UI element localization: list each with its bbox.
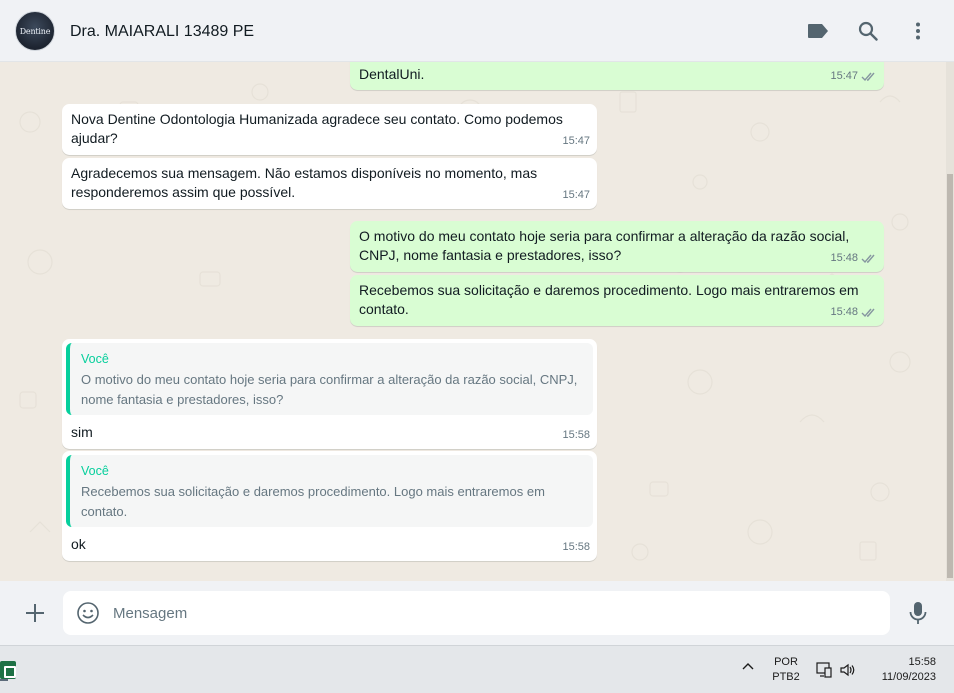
message-bubble-incoming-reply[interactable]: Você Recebemos sua solicitação e daremos… — [62, 451, 597, 561]
message-meta: 15:58 — [562, 426, 590, 445]
message-meta: 15:58 — [562, 538, 590, 557]
message-text: DentalUni. — [359, 66, 425, 82]
quoted-author: Você — [81, 352, 109, 366]
excel-app-icon[interactable] — [0, 661, 16, 679]
language-code: POR — [774, 656, 798, 668]
quoted-message[interactable]: Você Recebemos sua solicitação e daremos… — [66, 455, 593, 527]
message-text: Nova Dentine Odontologia Humanizada agra… — [71, 111, 563, 146]
os-taskbar: POR PTB2 15:58 11/09/2023 — [0, 645, 954, 693]
double-check-icon — [861, 72, 875, 82]
contact-avatar[interactable]: Dentine — [15, 11, 55, 51]
message-text: Agradecemos sua mensagem. Não estamos di… — [71, 165, 538, 200]
emoji-icon[interactable] — [76, 601, 100, 625]
message-text: Recebemos sua solicitação e daremos proc… — [359, 282, 859, 317]
message-meta: 15:47 — [830, 67, 877, 86]
volume-icon[interactable] — [839, 661, 857, 679]
message-meta: 15:48 — [830, 303, 877, 322]
quoted-author: Você — [81, 464, 109, 478]
message-bubble-incoming-reply[interactable]: Você O motivo do meu contato hoje seria … — [62, 339, 597, 449]
composer-bar — [0, 581, 954, 645]
keyboard-layout: PTB2 — [772, 671, 800, 683]
microphone-icon[interactable] — [906, 600, 930, 626]
message-input[interactable] — [113, 591, 873, 635]
double-check-icon — [861, 308, 875, 318]
network-icon[interactable] — [815, 661, 833, 679]
chevron-up-icon[interactable] — [740, 658, 756, 674]
whatsapp-window: Dentine Dra. MAIARALI 13489 PE DentalUni… — [0, 0, 954, 693]
message-bubble-incoming[interactable]: Agradecemos sua mensagem. Não estamos di… — [62, 158, 597, 209]
keyboard-language[interactable]: POR PTB2 — [770, 655, 802, 685]
menu-dots-icon[interactable] — [905, 18, 931, 44]
message-time: 15:48 — [830, 252, 858, 264]
label-icon[interactable] — [805, 18, 831, 44]
active-app-indicator — [0, 679, 8, 681]
contact-name[interactable]: Dra. MAIARALI 13489 PE — [70, 23, 254, 41]
double-check-icon — [861, 254, 875, 264]
message-meta: 15:47 — [562, 132, 590, 151]
attach-plus-icon[interactable] — [22, 600, 48, 626]
quoted-text: Recebemos sua solicitação e daremos proc… — [81, 484, 545, 519]
message-bubble-outgoing[interactable]: O motivo do meu contato hoje seria para … — [350, 221, 884, 272]
message-bubble-outgoing[interactable]: DentalUni. 15:47 — [350, 62, 884, 90]
message-bubble-outgoing[interactable]: Recebemos sua solicitação e daremos proc… — [350, 275, 884, 326]
message-list[interactable]: DentalUni. 15:47 Nova Dentine Odontologi… — [0, 62, 954, 581]
quoted-text: O motivo do meu contato hoje seria para … — [81, 372, 578, 407]
message-text: O motivo do meu contato hoje seria para … — [359, 228, 850, 263]
message-meta: 15:48 — [830, 249, 877, 268]
message-time: 15:47 — [562, 135, 590, 147]
message-text: ok — [71, 536, 86, 552]
message-time: 15:58 — [562, 429, 590, 441]
message-time: 15:48 — [830, 306, 858, 318]
message-meta: 15:47 — [562, 186, 590, 205]
chat-scrollbar-thumb[interactable] — [947, 174, 953, 578]
message-time: 15:47 — [562, 189, 590, 201]
chat-header: Dentine Dra. MAIARALI 13489 PE — [0, 0, 954, 62]
system-clock[interactable]: 15:58 11/09/2023 — [866, 655, 936, 685]
message-input-box[interactable] — [63, 591, 890, 635]
search-icon[interactable] — [855, 18, 881, 44]
clock-date: 11/09/2023 — [881, 671, 936, 683]
message-bubble-incoming[interactable]: Nova Dentine Odontologia Humanizada agra… — [62, 104, 597, 155]
clock-time: 15:58 — [908, 656, 936, 668]
message-time: 15:58 — [562, 541, 590, 553]
quoted-message[interactable]: Você O motivo do meu contato hoje seria … — [66, 343, 593, 415]
avatar-logo-text: Dentine — [19, 26, 51, 36]
message-time: 15:47 — [830, 70, 858, 82]
message-text: sim — [71, 424, 93, 440]
